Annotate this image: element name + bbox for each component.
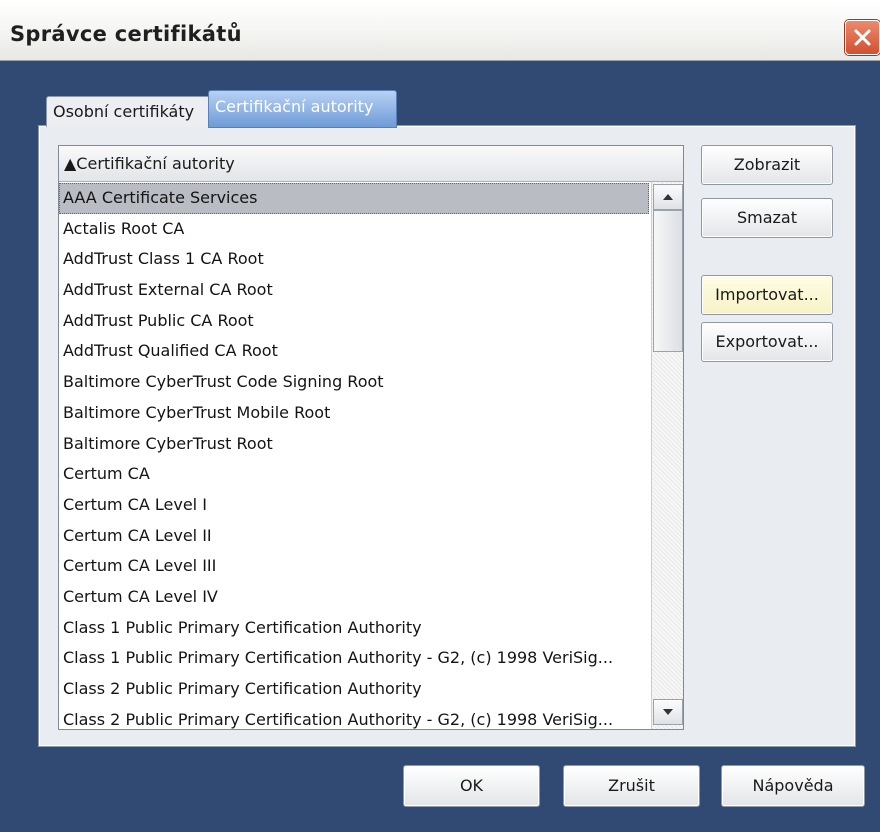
scroll-up-button[interactable]: [653, 184, 683, 210]
column-header-certificate-authorities[interactable]: ▲Certifikační autority: [59, 146, 683, 182]
scroll-down-button[interactable]: [653, 699, 683, 725]
list-rows: AAA Certificate Services Actalis Root CA A…: [59, 183, 649, 729]
tab-certificate-authorities[interactable]: Certifikační autority: [208, 90, 397, 128]
title-bar[interactable]: Správce certifikátů: [0, 0, 880, 61]
cancel-button[interactable]: Zrušit: [563, 765, 700, 807]
list-item[interactable]: Class 2 Public Primary Certification Aut…: [59, 674, 649, 705]
certificate-authorities-list[interactable]: ▲Certifikační autority AAA Certificate S…: [58, 145, 684, 730]
view-button[interactable]: Zobrazit: [701, 145, 833, 185]
list-item[interactable]: AddTrust External CA Root: [59, 275, 649, 306]
list-item[interactable]: Certum CA Level II: [59, 521, 649, 552]
ok-button[interactable]: OK: [403, 765, 540, 807]
list-item[interactable]: AddTrust Public CA Root: [59, 306, 649, 337]
list-item[interactable]: Class 2 Public Primary Certification Aut…: [59, 705, 649, 729]
import-button[interactable]: Importovat...: [701, 275, 833, 315]
list-item[interactable]: Certum CA Level I: [59, 490, 649, 521]
list-item[interactable]: AddTrust Class 1 CA Root: [59, 244, 649, 275]
column-header-label: ▲Certifikační autority: [64, 154, 235, 173]
list-item[interactable]: Certum CA Level III: [59, 551, 649, 582]
list-item[interactable]: Certum CA Level IV: [59, 582, 649, 613]
help-button[interactable]: Nápověda: [721, 765, 865, 807]
list-item[interactable]: Baltimore CyberTrust Root: [59, 429, 649, 460]
certificate-manager-window: Správce certifikátů Osobní certifikáty C…: [0, 0, 880, 832]
window-title: Správce certifikátů: [10, 22, 242, 46]
list-item[interactable]: AAA Certificate Services: [59, 183, 649, 214]
export-button[interactable]: Exportovat...: [701, 322, 833, 362]
list-item[interactable]: Actalis Root CA: [59, 214, 649, 245]
delete-button[interactable]: Smazat: [701, 198, 833, 238]
scroll-thumb[interactable]: [653, 210, 683, 352]
list-item[interactable]: Baltimore CyberTrust Mobile Root: [59, 398, 649, 429]
list-item[interactable]: Baltimore CyberTrust Code Signing Root: [59, 367, 649, 398]
list-item[interactable]: Class 1 Public Primary Certification Aut…: [59, 643, 649, 674]
arrow-up-icon: [663, 194, 673, 200]
arrow-down-icon: [663, 709, 673, 715]
tab-personal-certificates[interactable]: Osobní certifikáty: [46, 96, 210, 127]
list-item[interactable]: Class 1 Public Primary Certification Aut…: [59, 613, 649, 644]
list-item[interactable]: Certum CA: [59, 459, 649, 490]
vertical-scrollbar[interactable]: [651, 182, 683, 729]
list-item[interactable]: AddTrust Qualified CA Root: [59, 336, 649, 367]
close-icon[interactable]: [845, 20, 880, 55]
